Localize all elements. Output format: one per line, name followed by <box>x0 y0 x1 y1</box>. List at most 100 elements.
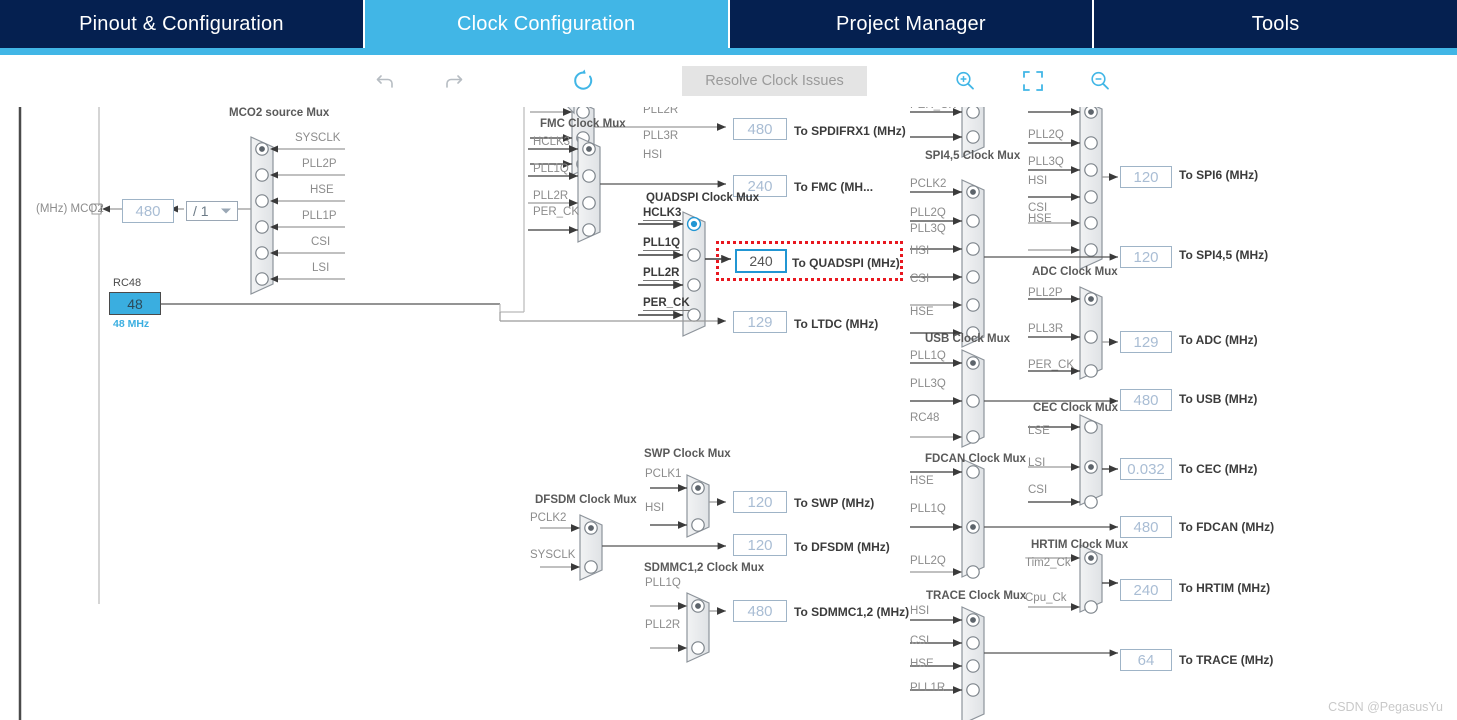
spi6-input-pll2q: PLL2Q <box>1028 129 1064 141</box>
trace-output-field[interactable]: 64 <box>1120 649 1172 671</box>
tab-pinout-configuration[interactable]: Pinout & Configuration <box>0 0 365 48</box>
rc48-value-field[interactable]: 48 <box>109 292 161 315</box>
trace-input-csi: CSI <box>910 635 930 647</box>
mco2-value-field[interactable]: 480 <box>122 199 174 223</box>
hrtim-input-cpu-ck: Cpu_Ck <box>1025 592 1067 604</box>
mco2-input-lsi: LSI <box>312 262 330 274</box>
zoom-out-icon <box>1091 71 1109 90</box>
watermark-text: CSDN @PegasusYu <box>1328 700 1443 714</box>
main-tab-bar: Pinout & Configuration Clock Configurati… <box>0 0 1457 48</box>
cec-input-csi: CSI <box>1028 484 1048 496</box>
sdmmc-output-label: To SDMMC1,2 (MHz) <box>794 605 910 619</box>
trace-input-hse: HSE <box>910 658 934 670</box>
spi45-output-label: To SPI4,5 (MHz) <box>1179 248 1269 262</box>
adc-input-pll3r: PLL3R <box>1028 323 1064 335</box>
sdmmc-input-pll1q: PLL1Q <box>645 577 681 589</box>
trace-clock-mux-title: TRACE Clock Mux <box>926 590 1027 602</box>
dfsdm-input-sysclk: SYSCLK <box>530 549 576 561</box>
spdifrx-output-label: To SPDIFRX1 (MHz) <box>794 124 906 138</box>
quadspi-input-pll1q[interactable]: PLL1Q <box>643 237 681 251</box>
spi45-input-csi: CSI <box>910 273 930 285</box>
fdcan-output-label: To FDCAN (MHz) <box>1179 520 1275 534</box>
spi45-input-hse: HSE <box>910 306 934 318</box>
cec-input-lse: LSE <box>1028 425 1050 437</box>
swp-output-field[interactable]: 120 <box>733 491 787 513</box>
usb-input-rc48: RC48 <box>910 412 940 424</box>
redo-icon <box>446 75 463 88</box>
spdifrx-output-field[interactable]: 480 <box>733 118 787 140</box>
mco2-divider-value: / 1 <box>193 203 209 219</box>
trace-input-hsi: HSI <box>910 605 930 617</box>
fdcan-input-pll2q: PLL2Q <box>910 555 946 567</box>
tab-tools[interactable]: Tools <box>1094 0 1457 48</box>
usb-output-field[interactable]: 480 <box>1120 389 1172 411</box>
adc-output-field[interactable]: 129 <box>1120 331 1172 353</box>
fmc-input-per-ck: PER_CK <box>533 206 580 218</box>
quadspi-input-pll2r[interactable]: PLL2R <box>643 267 680 281</box>
adc-input-pll2p: PLL2P <box>1028 287 1063 299</box>
spi45-input-pll3q: PLL3Q <box>910 223 946 235</box>
fit-to-screen-button[interactable] <box>1017 55 1049 107</box>
quadspi-input-hclk3[interactable]: HCLK3 <box>643 207 682 221</box>
rc48-title: RC48 <box>113 277 142 289</box>
fit-to-screen-icon <box>1023 71 1043 91</box>
ltdc-output-label: To LTDC (MHz) <box>794 317 879 331</box>
dfsdm-clock-mux-title: DFSDM Clock Mux <box>535 494 637 506</box>
mco2-divider-select[interactable]: / 1 <box>186 201 238 221</box>
spi45-input-hsi: HSI <box>910 245 930 257</box>
sdmmc-output-field[interactable]: 480 <box>733 600 787 622</box>
fdcan-input-pll1q: PLL1Q <box>910 503 946 515</box>
swp-input-hsi: HSI <box>645 502 665 514</box>
fmc-clock-mux-title: FMC Clock Mux <box>540 118 626 130</box>
adc-clock-mux-title: ADC Clock Mux <box>1032 266 1118 278</box>
zoom-out-button[interactable] <box>1084 55 1116 107</box>
redo-button[interactable] <box>437 55 469 107</box>
usb-output-label: To USB (MHz) <box>1179 392 1258 406</box>
spi45-input-pll2q: PLL2Q <box>910 207 946 219</box>
mco2-input-csi: CSI <box>311 236 331 248</box>
spi6-output-field[interactable]: 120 <box>1120 166 1172 188</box>
quadspi-output-field[interactable]: 240 <box>735 249 787 273</box>
mco2-input-pll1p: PLL1P <box>302 210 337 222</box>
hrtim-output-label: To HRTIM (MHz) <box>1179 581 1271 595</box>
resolve-clock-issues-button[interactable]: Resolve Clock Issues <box>682 66 867 96</box>
dfsdm-input-pclk2: PCLK2 <box>530 512 567 524</box>
usb-input-pll3q: PLL3Q <box>910 378 946 390</box>
zoom-in-button[interactable] <box>949 55 981 107</box>
clock-tree-canvas[interactable]: MCO2 source Mux SYSCLK PLL2P HSE PLL1P C… <box>0 107 1457 720</box>
dfsdm-output-label: To DFSDM (MHz) <box>794 540 890 554</box>
cec-input-lsi: LSI <box>1028 457 1046 469</box>
cec-output-field[interactable]: 0.032 <box>1120 458 1172 480</box>
undo-icon <box>376 75 393 88</box>
spi6-output-label: To SPI6 (MHz) <box>1179 168 1259 182</box>
tab-bar-accent-stripe <box>0 48 1457 55</box>
rc48-frequency-caption: 48 MHz <box>113 318 150 330</box>
dfsdm-output-field[interactable]: 120 <box>733 534 787 556</box>
mco2-source-mux-title: MCO2 source Mux <box>229 107 330 119</box>
usb-input-pll1q: PLL1Q <box>910 350 946 362</box>
undo-button[interactable] <box>370 55 402 107</box>
hrtim-clock-mux-title: HRTIM Clock Mux <box>1031 539 1129 551</box>
fmc-input-pll1q: PLL1Q <box>533 163 569 175</box>
spi123-input-per-ck: PER_CK <box>910 107 956 111</box>
spi45-output-field[interactable]: 120 <box>1120 246 1172 268</box>
spdifrx-input-pll3r: PLL3R <box>643 130 679 142</box>
cec-output-label: To CEC (MHz) <box>1179 462 1258 476</box>
hrtim-input-tim2-ck: Tim2_Ck <box>1025 557 1071 569</box>
spi6-input-hsi: HSI <box>1028 175 1048 187</box>
sdmmc-input-pll2r: PLL2R <box>645 619 681 631</box>
tab-clock-configuration[interactable]: Clock Configuration <box>364 0 730 48</box>
fdcan-output-field[interactable]: 480 <box>1120 516 1172 538</box>
refresh-button[interactable] <box>567 55 599 107</box>
quadspi-input-per-ck[interactable]: PER_CK <box>643 297 690 311</box>
ltdc-output-field[interactable]: 129 <box>733 311 787 333</box>
chevron-down-icon <box>221 208 231 214</box>
swp-input-pclk1: PCLK1 <box>645 468 682 480</box>
spdifrx-input-pll2r: PLL2R <box>643 107 679 116</box>
tab-project-manager[interactable]: Project Manager <box>730 0 1095 48</box>
hrtim-output-field[interactable]: 240 <box>1120 579 1172 601</box>
adc-input-per-ck: PER_CK <box>1028 359 1075 371</box>
mco2-input-sysclk: SYSCLK <box>295 132 341 144</box>
mco2-input-hse: HSE <box>310 184 334 196</box>
fmc-input-hclk3: HCLK3 <box>533 136 571 148</box>
